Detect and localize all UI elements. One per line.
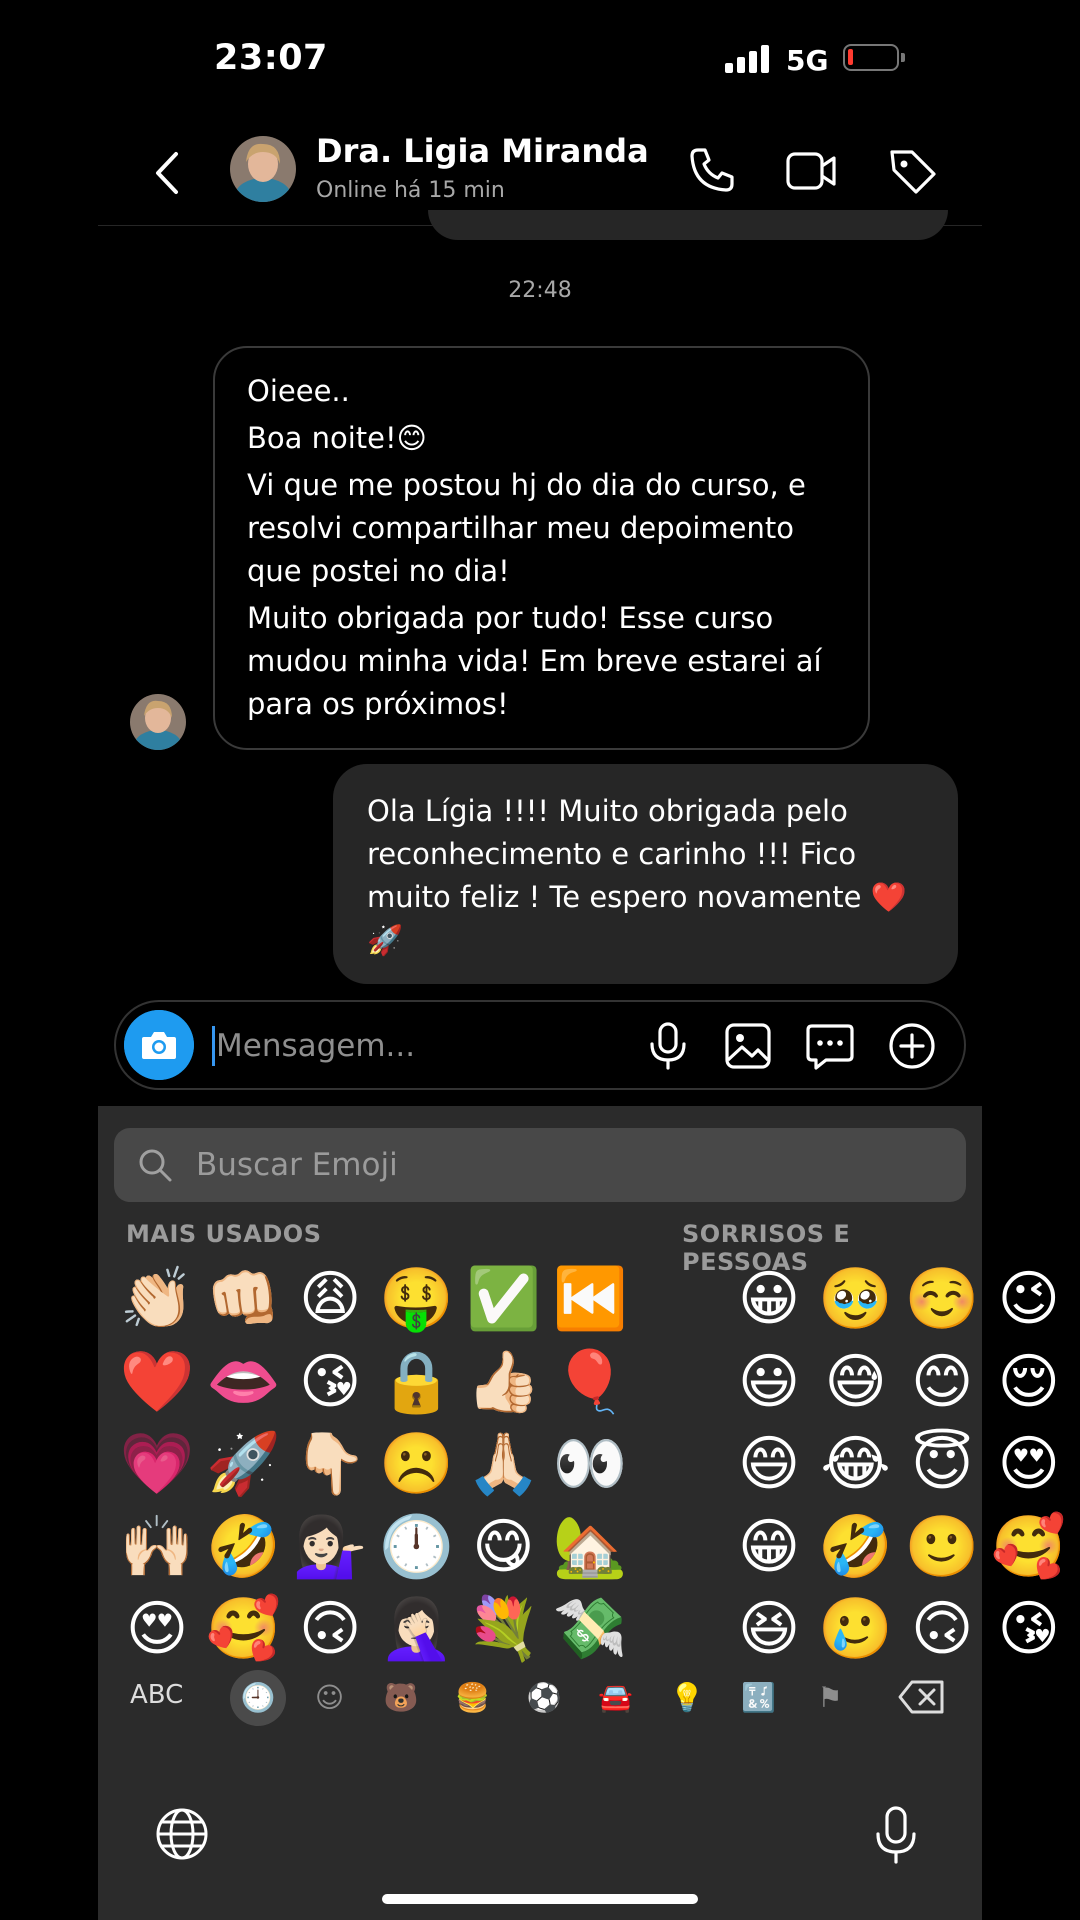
emoji-key[interactable]: ☹️: [374, 1423, 460, 1505]
emoji-key[interactable]: 👇🏻: [287, 1423, 373, 1505]
contact-name[interactable]: Dra. Ligia Miranda: [316, 132, 649, 170]
emoji-key[interactable]: ❤️: [114, 1341, 200, 1423]
battery-icon: [843, 44, 905, 71]
previous-message-bubble: [428, 210, 948, 240]
emoji-keyboard: MAIS USADOS SORRISOS E PESSOAS 👏🏻👊🏻😩🤑✅⏮️…: [98, 1106, 1066, 1920]
emoji-key[interactable]: 😘: [287, 1341, 373, 1423]
emoji-key[interactable]: 🙌🏻: [114, 1506, 200, 1588]
emoji-key[interactable]: 👀: [547, 1423, 633, 1505]
emoji-key[interactable]: 🎈: [547, 1341, 633, 1423]
smileys-emoji-grid: 😀 🥹 ☺️ 😉 😃 😅 😊 😌 😄 😂 😇 😍 😁 🤣 🙂 🥰 😆 🥲 🙃 😘: [726, 1258, 1072, 1671]
animal-icon[interactable]: 🐻: [373, 1670, 429, 1726]
emoji-key[interactable]: 😅: [813, 1341, 899, 1423]
sender-avatar[interactable]: [130, 694, 186, 750]
dictation-microphone-icon[interactable]: [874, 1806, 918, 1866]
emoji-search-box[interactable]: [114, 1128, 966, 1202]
objects-icon[interactable]: 💡: [659, 1670, 715, 1726]
emoji-search-input[interactable]: [196, 1140, 896, 1190]
emoji-key[interactable]: 🤣: [813, 1506, 899, 1588]
gallery-icon[interactable]: [722, 1020, 774, 1072]
video-camera-icon[interactable]: [784, 144, 838, 198]
text-cursor: [212, 1026, 215, 1066]
frequent-emoji-grid: 👏🏻 👊🏻 😩 🤑 ✅ ⏮️ ❤️ 👄 😘 🔒 👍🏻 🎈 💗 🚀 👇🏻 ☹️ 🙏🏻 👀 🙌🏻 🤣 💁🏻‍♀️ 🕛 😋 🏡 😍 🥰 🙃…: [114, 1258, 634, 1671]
back-chevron-icon[interactable]: [148, 148, 188, 198]
delete-key-icon[interactable]: [898, 1678, 946, 1716]
activity-icon[interactable]: ⚽: [516, 1670, 572, 1726]
incoming-message-line: Vi que me postou hj do dia do curso, e r…: [247, 468, 806, 588]
battery-level: [848, 49, 853, 65]
emoji-key[interactable]: 🔒: [374, 1341, 460, 1423]
emoji-key[interactable]: 🥰: [986, 1506, 1072, 1588]
emoji-key[interactable]: 🏡: [547, 1506, 633, 1588]
section-title-frequent: MAIS USADOS: [126, 1220, 322, 1248]
tag-icon[interactable]: [886, 144, 940, 198]
food-icon[interactable]: 🍔: [445, 1670, 501, 1726]
emoji-key[interactable]: ⏮️: [547, 1258, 633, 1340]
emoji-key[interactable]: 😍: [986, 1423, 1072, 1505]
search-icon: [139, 1149, 172, 1182]
message-input[interactable]: [216, 1016, 616, 1076]
phone-icon[interactable]: [684, 144, 738, 198]
incoming-message-bubble[interactable]: Oieee.. Boa noite!😊 Vi que me postou hj …: [213, 346, 870, 750]
contact-avatar[interactable]: [230, 136, 296, 202]
emoji-key[interactable]: 😂: [813, 1423, 899, 1505]
message-timestamp: 22:48: [508, 278, 572, 303]
emoji-key[interactable]: 👄: [201, 1341, 287, 1423]
incoming-message-line: Oieee..: [247, 374, 350, 408]
message-composer: [114, 1000, 966, 1090]
camera-icon[interactable]: [124, 1010, 194, 1080]
globe-icon[interactable]: [154, 1806, 210, 1862]
emoji-key[interactable]: 🙏🏻: [460, 1423, 546, 1505]
travel-icon[interactable]: 🚘: [588, 1670, 644, 1726]
emoji-key[interactable]: 😌: [986, 1341, 1072, 1423]
outgoing-message-bubble[interactable]: Ola Lígia !!!! Muito obrigada pelo recon…: [333, 764, 958, 984]
emoji-key[interactable]: 😩: [287, 1258, 373, 1340]
emoji-key[interactable]: 👏🏻: [114, 1258, 200, 1340]
emoji-key[interactable]: 😁: [726, 1506, 812, 1588]
emoji-key[interactable]: 😄: [726, 1423, 812, 1505]
emoji-category-bar: ABC 🕘 ☺ 🐻 🍔 ⚽ 🚘 💡 🔣 ⚑: [98, 1656, 982, 1736]
home-indicator[interactable]: [382, 1894, 698, 1904]
emoji-key[interactable]: 😉: [986, 1258, 1072, 1340]
plus-icon[interactable]: [886, 1020, 938, 1072]
smiley-icon[interactable]: ☺: [302, 1670, 358, 1726]
emoji-key[interactable]: 👊🏻: [201, 1258, 287, 1340]
status-bar: 23:07 5G: [0, 0, 1080, 120]
signal-strength-icon: [725, 45, 771, 73]
microphone-icon[interactable]: [642, 1020, 694, 1072]
emoji-key[interactable]: 🤑: [374, 1258, 460, 1340]
emoji-key[interactable]: 🥹: [813, 1258, 899, 1340]
emoji-key[interactable]: ☺️: [899, 1258, 985, 1340]
incoming-message-line: Muito obrigada por tudo! Esse curso mudo…: [247, 601, 822, 721]
symbols-icon[interactable]: 🔣: [731, 1670, 787, 1726]
emoji-key[interactable]: 😃: [726, 1341, 812, 1423]
abc-key[interactable]: ABC: [130, 1680, 183, 1710]
network-type: 5G: [786, 44, 829, 77]
sticker-chat-icon[interactable]: [804, 1020, 856, 1072]
emoji-key[interactable]: 🙂: [899, 1506, 985, 1588]
emoji-key[interactable]: 💁🏻‍♀️: [287, 1506, 373, 1588]
emoji-key[interactable]: 😋: [460, 1506, 546, 1588]
emoji-key[interactable]: 🕛: [374, 1506, 460, 1588]
flag-icon[interactable]: ⚑: [802, 1670, 858, 1726]
emoji-key[interactable]: 🚀: [201, 1423, 287, 1505]
recent-icon[interactable]: 🕘: [230, 1670, 286, 1726]
outgoing-message-text: Ola Lígia !!!! Muito obrigada pelo recon…: [367, 794, 907, 957]
emoji-key[interactable]: ✅: [460, 1258, 546, 1340]
emoji-key[interactable]: 😘: [986, 1588, 1072, 1670]
status-time: 23:07: [214, 38, 328, 78]
emoji-key[interactable]: 💗: [114, 1423, 200, 1505]
emoji-key[interactable]: 😇: [899, 1423, 985, 1505]
emoji-key[interactable]: 👍🏻: [460, 1341, 546, 1423]
emoji-key[interactable]: 🤣: [201, 1506, 287, 1588]
presence-status: Online há 15 min: [316, 178, 505, 203]
incoming-message-line: Boa noite!😊: [247, 421, 427, 455]
emoji-key[interactable]: 😀: [726, 1258, 812, 1340]
emoji-key[interactable]: 😊: [899, 1341, 985, 1423]
